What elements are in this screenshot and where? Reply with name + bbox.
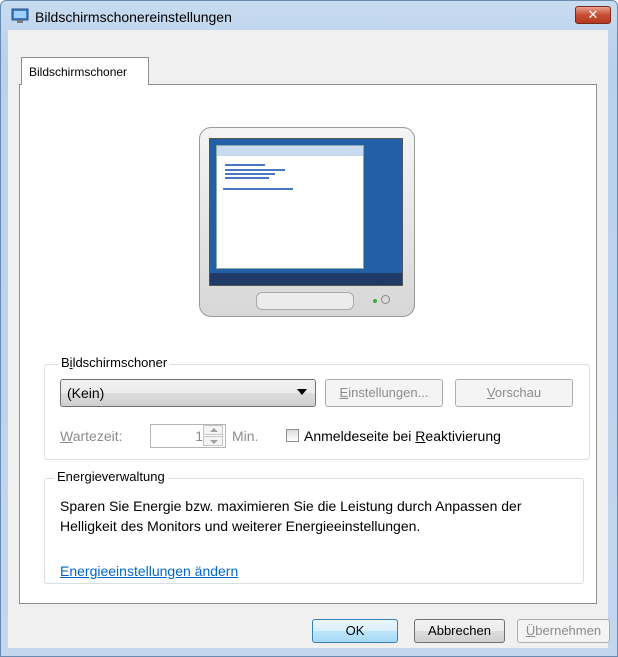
ok-button[interactable]: OK xyxy=(312,619,398,643)
spin-down-button[interactable] xyxy=(203,436,223,446)
preview-button[interactable]: Vorschau xyxy=(455,379,573,407)
settings-button[interactable]: Einstellungen... xyxy=(325,379,443,407)
cancel-button[interactable]: Abbrechen xyxy=(414,619,505,643)
screensaver-select[interactable]: (Kein) xyxy=(60,379,316,407)
preview-window-thumbnail xyxy=(216,145,364,269)
minutes-unit-label: Min. xyxy=(232,428,259,444)
close-button[interactable]: ✕ xyxy=(575,6,611,24)
power-button-icon xyxy=(381,295,390,304)
change-power-settings-link[interactable]: Energieeinstellungen ändern xyxy=(60,563,238,579)
monitor-preview-screen xyxy=(209,138,403,286)
screensaver-group-label: Bildschirmschoner xyxy=(58,355,171,370)
window-title: Bildschirmschonereinstellungen xyxy=(35,9,232,25)
arrow-down-icon xyxy=(210,440,218,444)
energy-group-label: Energieverwaltung xyxy=(54,469,168,484)
power-led-icon xyxy=(373,299,377,303)
spin-up-button[interactable] xyxy=(203,425,223,435)
wait-time-stepper[interactable] xyxy=(203,425,225,447)
resume-logon-checkbox[interactable] xyxy=(286,429,299,442)
dropdown-arrow-icon xyxy=(297,389,307,395)
energy-description: Sparen Sie Energie bzw. maximieren Sie d… xyxy=(60,498,522,534)
screensaver-app-icon xyxy=(11,8,29,23)
screensaver-select-value: (Kein) xyxy=(67,385,105,401)
arrow-up-icon xyxy=(210,428,218,432)
wait-time-label: Wartezeit: xyxy=(60,428,123,444)
apply-button[interactable]: Übernehmen xyxy=(517,619,610,643)
title-bar[interactable]: Bildschirmschonereinstellungen ✕ xyxy=(1,1,617,31)
close-icon: ✕ xyxy=(587,7,599,22)
monitor-base xyxy=(256,292,354,310)
preview-taskbar xyxy=(210,273,402,285)
resume-logon-label[interactable]: Anmeldeseite bei Reaktivierung xyxy=(304,428,501,444)
tab-bildschirmschoner[interactable]: Bildschirmschoner xyxy=(21,57,149,85)
